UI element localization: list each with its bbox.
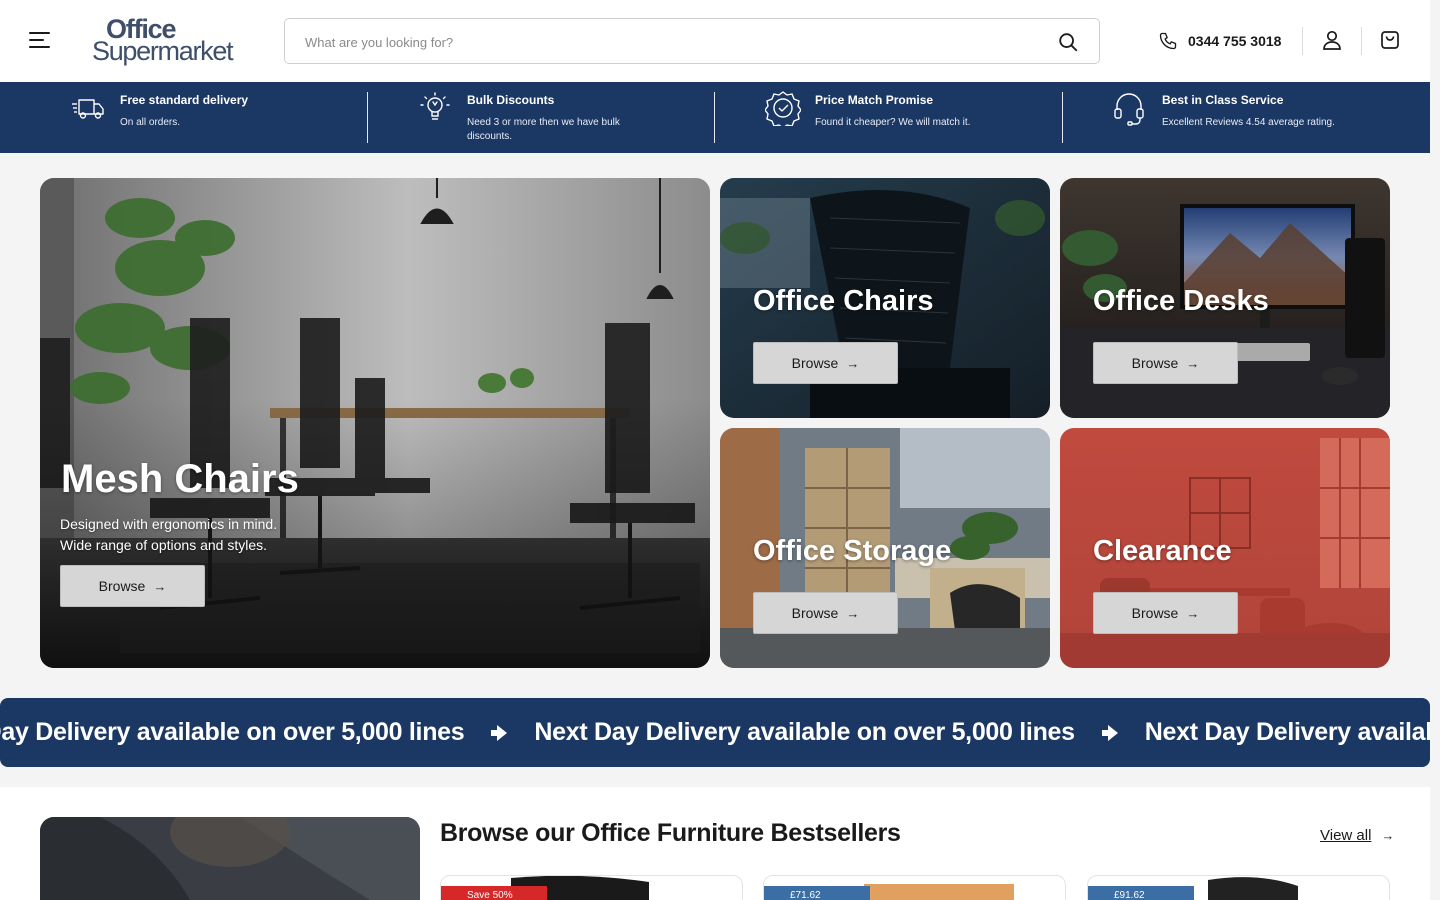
usp-subtitle: Need 3 or more then we have bulk discoun… [467,117,620,142]
promo-photo [40,817,420,900]
delivery-truck-icon [72,99,104,119]
category-tile-office-storage[interactable]: Office Storage Browse → [720,428,1050,668]
marquee-text: Next Day Delivery available on over 5,00… [1144,718,1430,746]
usp-item-delivery: Free standard delivery On all orders. [0,82,367,153]
usp-title: Best in Class Service [1162,93,1284,107]
tile-title: Office Storage [753,535,952,567]
browse-button[interactable]: Browse → [753,342,898,384]
lightbulb-icon [420,92,450,120]
headset-icon [1114,93,1144,126]
tile-title: Office Chairs [753,285,934,317]
category-tile-office-desks[interactable]: Office Desks Browse → [1060,178,1390,418]
search-bar [284,18,1100,64]
marquee-text: Next Day Delivery available on over 5,00… [0,718,465,746]
browse-button[interactable]: Browse → [1093,342,1238,384]
product-card[interactable]: £71.62 [763,875,1066,900]
usp-item-service: Best in Class Service Excellent Reviews … [1063,82,1430,153]
section-title: Browse our Office Furniture Bestsellers [440,819,901,847]
usp-title: Price Match Promise [815,93,934,107]
account-icon[interactable] [1320,28,1344,52]
category-tile-mesh-chairs[interactable]: Mesh Chairs Designed with ergonomics in … [40,178,710,668]
promo-image[interactable] [40,817,420,900]
arrow-right-icon: → [1186,355,1200,371]
header-divider [1302,27,1303,55]
arrow-right-icon: → [1186,605,1200,621]
usp-title: Free standard delivery [120,93,249,107]
browse-label: Browse [1131,605,1179,621]
tile-title: Office Desks [1093,285,1269,317]
product-badge: £71.62 [764,886,870,900]
phone-number: 0344 755 3018 [1188,33,1282,49]
cart-icon[interactable] [1378,28,1402,52]
header-divider [1361,27,1362,55]
site-header: Office Supermarket 0344 755 3018 [0,0,1430,82]
category-tile-office-chairs[interactable]: Office Chairs Browse → [720,178,1050,418]
category-tile-clearance[interactable]: Clearance Browse → [1060,428,1390,668]
product-badge: £91.62 [1088,886,1194,900]
browse-button[interactable]: Browse → [753,592,898,634]
view-all-link[interactable]: View all → [1320,827,1394,844]
usp-subtitle: Excellent Reviews 4.54 average rating. [1162,117,1335,128]
check-badge-icon [765,91,801,126]
browse-label: Browse [791,355,839,371]
tile-title: Mesh Chairs [61,457,299,501]
product-card[interactable]: Save 50% [440,875,743,900]
usp-title: Bulk Discounts [467,93,555,107]
browse-label: Browse [98,578,146,594]
usp-bar: Free standard delivery On all orders. Bu… [0,82,1430,153]
menu-icon[interactable] [29,32,50,48]
search-icon[interactable] [1057,31,1079,53]
product-card[interactable]: £91.62 [1087,875,1390,900]
arrow-right-icon: → [1381,828,1395,843]
tile-description-line: Designed with ergonomics in mind. [60,516,278,532]
arrow-right-icon: → [846,355,860,371]
chevron-arrow-icon [1101,724,1118,741]
browse-button[interactable]: Browse → [60,565,205,607]
browse-button[interactable]: Browse → [1093,592,1238,634]
usp-item-price-match: Price Match Promise Found it cheaper? We… [715,82,1062,153]
browse-label: Browse [1131,355,1179,371]
marquee-text: Next Day Delivery available on over 5,00… [534,718,1075,746]
usp-subtitle: On all orders. [120,117,181,128]
product-badge: Save 50% [441,886,547,900]
usp-subtitle: Found it cheaper? We will match it. [815,117,971,128]
search-input[interactable] [305,32,1025,52]
logo-line-2: Supermarket [92,36,234,66]
tile-description-line: Wide range of options and styles. [60,537,268,553]
view-all-label: View all [1320,827,1372,844]
delivery-marquee: Next Day Delivery available on over 5,00… [0,698,1430,767]
site-logo[interactable]: Office Supermarket [92,14,248,68]
usp-item-bulk: Bulk Discounts Need 3 or more then we ha… [368,82,714,153]
arrow-right-icon: → [153,578,167,594]
tile-title: Clearance [1093,535,1232,567]
phone-link[interactable]: 0344 755 3018 [1158,30,1281,52]
arrow-right-icon: → [846,605,860,621]
phone-icon [1159,32,1177,50]
browse-label: Browse [791,605,839,621]
chevron-arrow-icon [491,724,508,741]
